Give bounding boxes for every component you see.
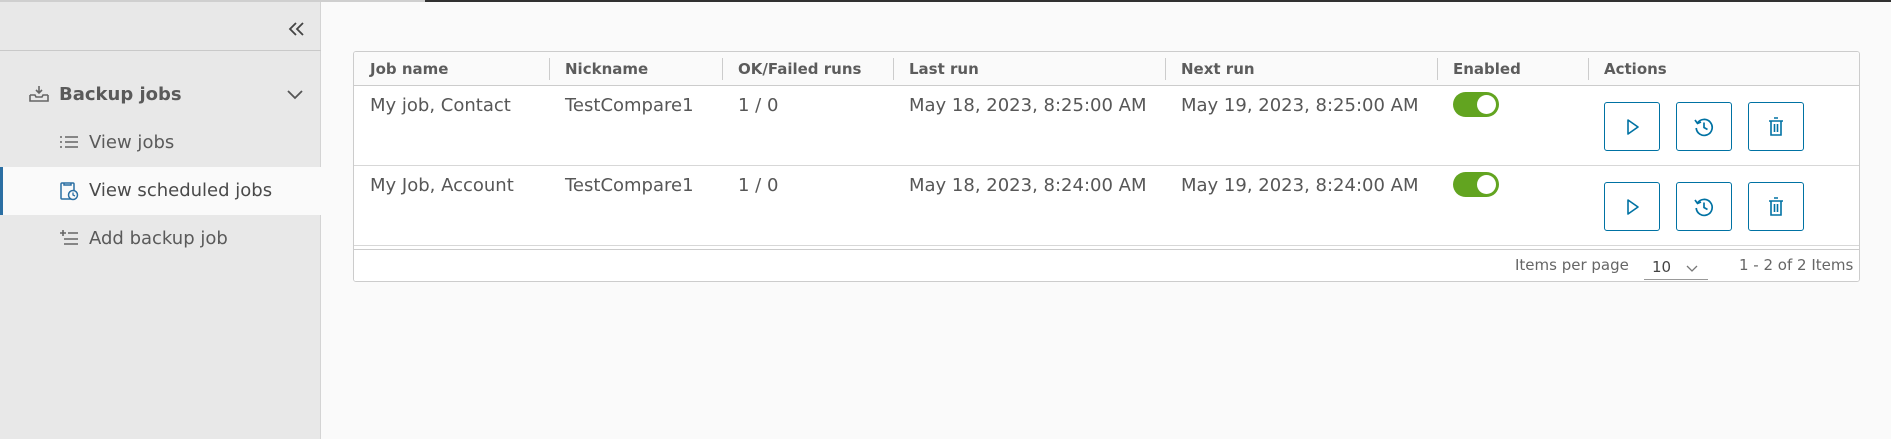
runs-cell: 1 / 0 bbox=[738, 175, 779, 196]
sidebar: Backup jobs View jobs View scheduled job… bbox=[0, 2, 321, 439]
scheduled-jobs-grid: Job name Nickname OK/Failed runs Last ru… bbox=[353, 51, 1860, 282]
delete-button[interactable] bbox=[1748, 182, 1804, 231]
toggle-knob bbox=[1477, 175, 1496, 194]
grid-header: Job name Nickname OK/Failed runs Last ru… bbox=[354, 52, 1859, 86]
job-name-cell: My Job, Account bbox=[370, 175, 514, 196]
table-row[interactable]: My Job, Account TestCompare1 1 / 0 May 1… bbox=[354, 166, 1859, 246]
sidebar-item-view-jobs[interactable]: View jobs bbox=[0, 119, 321, 167]
history-icon bbox=[1694, 198, 1714, 216]
last-run-cell: May 18, 2023, 8:24:00 AM bbox=[909, 175, 1147, 196]
sidebar-item-add-backup-job[interactable]: Add backup job bbox=[0, 215, 321, 263]
sidebar-item-label: View scheduled jobs bbox=[89, 180, 273, 201]
trash-icon bbox=[1769, 116, 1783, 136]
nickname-cell: TestCompare1 bbox=[565, 175, 694, 196]
toggle-knob bbox=[1477, 95, 1496, 114]
sidebar-group-backup-jobs[interactable]: Backup jobs bbox=[0, 74, 321, 114]
column-header-ok-failed-runs[interactable]: OK/Failed runs bbox=[722, 52, 861, 86]
delete-button[interactable] bbox=[1748, 102, 1804, 151]
run-button[interactable] bbox=[1604, 182, 1660, 231]
collapse-sidebar-button[interactable] bbox=[280, 14, 314, 44]
last-run-cell: May 18, 2023, 8:25:00 AM bbox=[909, 95, 1147, 116]
nickname-cell: TestCompare1 bbox=[565, 95, 694, 116]
grid-footer: Items per page 10 1 - 2 of 2 Items bbox=[354, 249, 1859, 281]
column-header-next-run[interactable]: Next run bbox=[1165, 52, 1255, 86]
runs-cell: 1 / 0 bbox=[738, 95, 779, 116]
history-button[interactable] bbox=[1676, 102, 1732, 151]
sidebar-divider bbox=[0, 50, 321, 51]
sidebar-item-view-scheduled-jobs[interactable]: View scheduled jobs bbox=[0, 167, 321, 215]
items-per-page-label: Items per page bbox=[1515, 256, 1629, 274]
column-header-actions: Actions bbox=[1604, 60, 1667, 78]
column-header-nickname[interactable]: Nickname bbox=[549, 52, 648, 86]
add-list-icon bbox=[60, 230, 78, 245]
items-per-page-value: 10 bbox=[1652, 258, 1672, 276]
run-button[interactable] bbox=[1604, 102, 1660, 151]
column-header-last-run[interactable]: Last run bbox=[893, 52, 979, 86]
next-run-cell: May 19, 2023, 8:25:00 AM bbox=[1181, 95, 1419, 116]
inbox-tray-icon bbox=[29, 86, 49, 102]
sidebar-item-label: Add backup job bbox=[89, 228, 228, 249]
table-row[interactable]: My job, Contact TestCompare1 1 / 0 May 1… bbox=[354, 86, 1859, 166]
double-chevron-left-icon bbox=[288, 22, 304, 36]
column-header-job-name[interactable]: Job name bbox=[354, 52, 448, 86]
chevron-down-icon bbox=[287, 90, 303, 100]
chevron-down-icon bbox=[1686, 265, 1698, 272]
history-button[interactable] bbox=[1676, 182, 1732, 231]
scheduled-clipboard-icon bbox=[60, 182, 79, 201]
list-icon bbox=[60, 136, 78, 148]
enabled-toggle[interactable] bbox=[1453, 92, 1499, 117]
sidebar-group-label: Backup jobs bbox=[59, 84, 182, 105]
enabled-toggle[interactable] bbox=[1453, 172, 1499, 197]
job-name-cell: My job, Contact bbox=[370, 95, 511, 116]
history-icon bbox=[1694, 118, 1714, 136]
play-icon bbox=[1627, 118, 1639, 135]
column-header-enabled[interactable]: Enabled bbox=[1437, 52, 1521, 86]
trash-icon bbox=[1769, 196, 1783, 216]
pagination-range: 1 - 2 of 2 Items bbox=[1739, 256, 1854, 274]
sidebar-item-label: View jobs bbox=[89, 132, 175, 153]
next-run-cell: May 19, 2023, 8:24:00 AM bbox=[1181, 175, 1419, 196]
items-per-page-select[interactable]: 10 bbox=[1644, 254, 1708, 280]
play-icon bbox=[1627, 198, 1639, 215]
